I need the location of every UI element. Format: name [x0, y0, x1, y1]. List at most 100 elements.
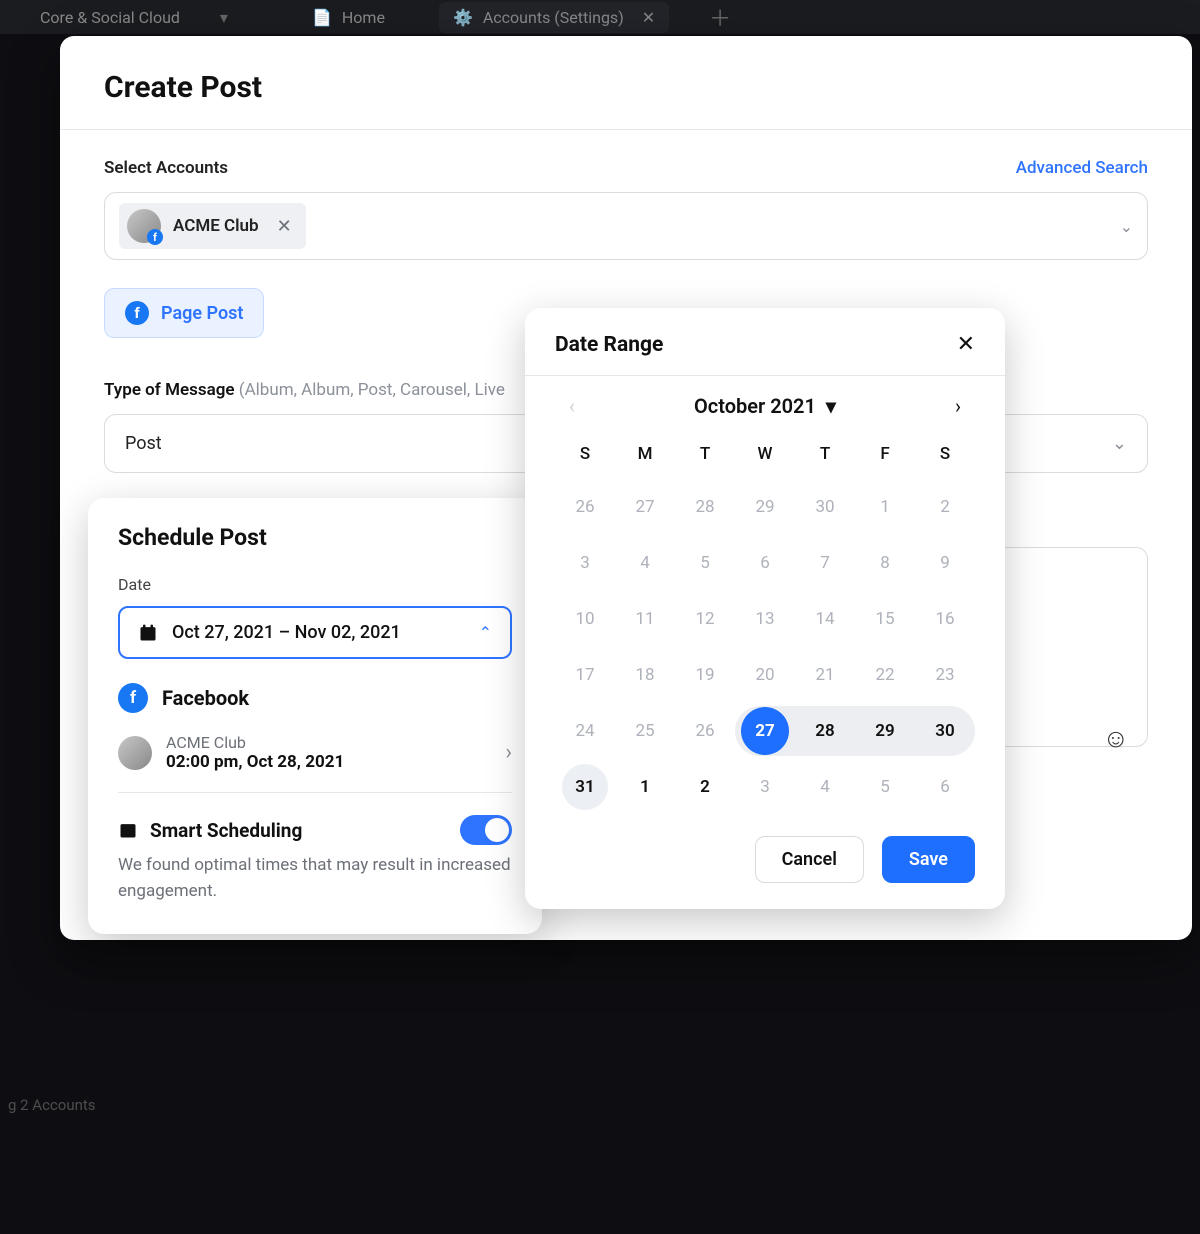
day-header: S [915, 436, 975, 476]
avatar-icon: f [127, 209, 161, 243]
prev-month-button[interactable]: ‹ [559, 394, 585, 418]
calendar-day[interactable]: 2 [915, 482, 975, 532]
advanced-search-link[interactable]: Advanced Search [1016, 158, 1148, 178]
smart-scheduling-toggle[interactable] [460, 815, 512, 845]
caret-down-icon: ▾ [826, 394, 836, 418]
calendar-day[interactable]: 28 [795, 706, 855, 756]
day-header: W [735, 436, 795, 476]
schedule-post-panel: Schedule Post Date Oct 27, 2021 – Nov 02… [88, 498, 542, 934]
facebook-icon: f [125, 301, 149, 325]
calendar-day[interactable]: 26 [675, 706, 735, 756]
calendar-day[interactable]: 16 [915, 594, 975, 644]
chevron-down-icon: ⌄ [1120, 217, 1133, 236]
calendar-day[interactable]: 24 [555, 706, 615, 756]
calendar-day[interactable]: 2 [675, 762, 735, 812]
month-select[interactable]: October 2021 ▾ [694, 394, 836, 418]
calendar-day[interactable]: 1 [855, 482, 915, 532]
calendar-day[interactable]: 20 [735, 650, 795, 700]
tab-accounts: ⚙️ Accounts (Settings) ✕ [439, 2, 669, 33]
app-topbar: Core & Social Cloud ▾ 📄 Home ⚙️ Accounts… [0, 0, 1200, 34]
calendar-day[interactable]: 29 [735, 482, 795, 532]
modal-title: Create Post [104, 70, 1148, 105]
calendar-day[interactable]: 3 [735, 762, 795, 812]
calendar-day[interactable]: 22 [855, 650, 915, 700]
calendar-day[interactable]: 15 [855, 594, 915, 644]
calendar-day[interactable]: 30 [795, 482, 855, 532]
calendar-day[interactable]: 30 [915, 706, 975, 756]
calendar-day[interactable]: 11 [615, 594, 675, 644]
scheduled-account-time: 02:00 pm, Oct 28, 2021 [166, 752, 491, 772]
calendar-day[interactable]: 10 [555, 594, 615, 644]
calendar-day[interactable]: 5 [675, 538, 735, 588]
calendar-day[interactable]: 25 [615, 706, 675, 756]
calendar-day[interactable]: 29 [855, 706, 915, 756]
calendar-day[interactable]: 18 [615, 650, 675, 700]
remove-account-icon[interactable]: ✕ [277, 216, 292, 237]
calendar-day[interactable]: 31 [555, 762, 615, 812]
calendar-day[interactable]: 26 [555, 482, 615, 532]
divider [60, 129, 1192, 130]
calendar-icon [118, 820, 138, 840]
avatar-icon [118, 736, 152, 770]
chevron-down-icon: ⌄ [1112, 433, 1127, 454]
calendar-day[interactable]: 8 [855, 538, 915, 588]
date-range-picker[interactable]: Oct 27, 2021 – Nov 02, 2021 ⌃ [118, 606, 512, 659]
close-icon[interactable]: ✕ [957, 332, 975, 357]
smart-scheduling-label: Smart Scheduling [150, 819, 302, 842]
emoji-icon[interactable]: ☺ [1102, 723, 1129, 754]
calendar-day[interactable]: 4 [615, 538, 675, 588]
schedule-title: Schedule Post [118, 524, 512, 551]
workspace-label: Core & Social Cloud [40, 8, 180, 27]
calendar-day[interactable]: 5 [855, 762, 915, 812]
calendar-icon [138, 623, 158, 643]
account-picker[interactable]: f ACME Club ✕ ⌄ [104, 192, 1148, 260]
day-header: T [675, 436, 735, 476]
calendar-grid: SMTWTFS262728293012345678910111213141516… [555, 436, 975, 812]
date-label: Date [118, 575, 512, 594]
account-chip[interactable]: f ACME Club ✕ [119, 203, 306, 249]
calendar-day[interactable]: 12 [675, 594, 735, 644]
chevron-right-icon: › [505, 740, 512, 765]
type-value: Post [125, 433, 162, 454]
calendar-day[interactable]: 27 [735, 706, 795, 756]
day-header: F [855, 436, 915, 476]
date-range-title: Date Range [555, 333, 663, 357]
facebook-icon: f [118, 683, 148, 713]
divider [525, 375, 1005, 376]
date-range-text: Oct 27, 2021 – Nov 02, 2021 [172, 622, 401, 643]
calendar-day[interactable]: 21 [795, 650, 855, 700]
calendar-day[interactable]: 3 [555, 538, 615, 588]
calendar-day[interactable]: 17 [555, 650, 615, 700]
account-chip-name: ACME Club [173, 216, 259, 236]
calendar-day[interactable]: 4 [795, 762, 855, 812]
type-of-message-label: Type of Message [104, 380, 235, 400]
calendar-day[interactable]: 1 [615, 762, 675, 812]
save-button[interactable]: Save [882, 836, 975, 883]
calendar-day[interactable]: 14 [795, 594, 855, 644]
calendar-day[interactable]: 9 [915, 538, 975, 588]
calendar-day[interactable]: 6 [915, 762, 975, 812]
post-type-pill[interactable]: f Page Post [104, 288, 264, 338]
bg-footer: g 2 Accounts [8, 1096, 96, 1114]
calendar-day[interactable]: 6 [735, 538, 795, 588]
chevron-up-icon: ⌃ [479, 623, 492, 642]
calendar-day[interactable]: 23 [915, 650, 975, 700]
post-type-label: Page Post [161, 303, 243, 324]
calendar-day[interactable]: 28 [675, 482, 735, 532]
day-header: M [615, 436, 675, 476]
scheduled-account-row[interactable]: ACME Club 02:00 pm, Oct 28, 2021 › [118, 729, 512, 793]
day-header: S [555, 436, 615, 476]
select-accounts-label: Select Accounts [104, 158, 228, 178]
day-header: T [795, 436, 855, 476]
next-month-button[interactable]: › [945, 394, 971, 418]
smart-scheduling-desc: We found optimal times that may result i… [118, 853, 512, 904]
calendar-day[interactable]: 13 [735, 594, 795, 644]
date-range-popover: Date Range ✕ ‹ October 2021 ▾ › SMTWTFS2… [525, 308, 1005, 909]
network-label: Facebook [162, 686, 249, 710]
calendar-day[interactable]: 27 [615, 482, 675, 532]
cancel-button[interactable]: Cancel [755, 836, 864, 883]
calendar-day[interactable]: 19 [675, 650, 735, 700]
scheduled-account-name: ACME Club [166, 733, 491, 752]
type-hint: (Album, Album, Post, Carousel, Live [239, 380, 505, 400]
calendar-day[interactable]: 7 [795, 538, 855, 588]
